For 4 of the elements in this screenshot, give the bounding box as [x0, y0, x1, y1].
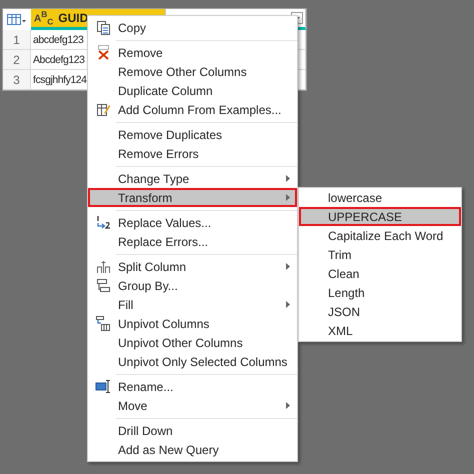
- row-number: 2: [3, 50, 31, 69]
- column-name: GUID: [58, 11, 88, 25]
- row-number: 1: [3, 30, 31, 49]
- row-number: 3: [3, 70, 31, 89]
